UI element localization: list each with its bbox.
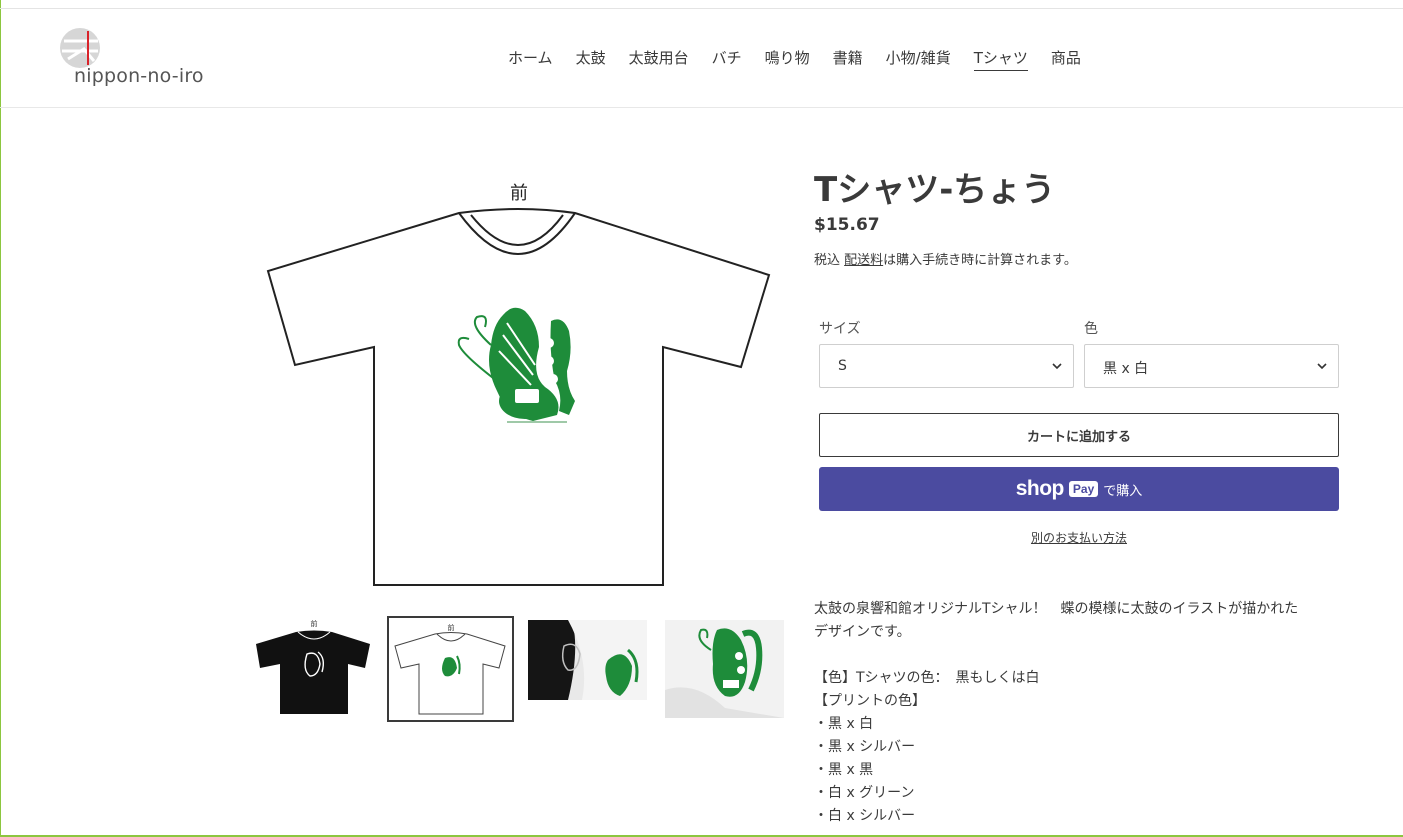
product-title: Tシャツ-ちょう: [814, 170, 1056, 210]
color-select-value: 黒 x 白: [1103, 361, 1149, 377]
more-payment-options-link[interactable]: 別のお支払い方法: [819, 529, 1339, 546]
nav-item-products[interactable]: 商品: [1051, 47, 1081, 71]
description-line: デザインです。: [814, 624, 911, 640]
description-line: 【プリントの色】: [814, 693, 926, 709]
chevron-down-icon: [1052, 363, 1062, 370]
nav-item-taiko[interactable]: 太鼓: [576, 47, 606, 71]
color-label: 色: [1084, 321, 1098, 337]
white-tshirt-image: 前: [266, 183, 771, 586]
description-line: ・黒 x 黒: [814, 762, 874, 778]
site-logo[interactable]: nippon-no-iro: [56, 27, 216, 91]
size-select-value: S: [838, 358, 847, 374]
nav-item-books[interactable]: 書籍: [833, 47, 863, 71]
logo-text: nippon-no-iro: [74, 65, 204, 87]
description-blank-line: [814, 644, 1344, 667]
main-nav: ホーム 太鼓 太鼓用台 バチ 鳴り物 書籍 小物/雑貨 Tシャツ 商品: [508, 47, 1104, 71]
site-header: nippon-no-iro ホーム 太鼓 太鼓用台 バチ 鳴り物 書籍 小物/雑…: [0, 9, 1403, 108]
size-label: サイズ: [819, 321, 861, 337]
product-description: 太鼓の泉響和館オリジナルTシャル！ 蝶の模様に太鼓のイラストが描かれた デザイン…: [814, 598, 1344, 828]
add-to-cart-button[interactable]: カートに追加する: [819, 413, 1339, 457]
product-price: $15.67: [814, 215, 880, 235]
nav-item-bachi[interactable]: バチ: [712, 47, 742, 71]
pay-badge: Pay: [1068, 481, 1099, 497]
black-tshirt-image: 前: [256, 619, 370, 714]
nav-item-goods[interactable]: 小物/雑貨: [886, 47, 951, 71]
svg-text:前: 前: [311, 619, 318, 628]
print-closeup-image: [665, 620, 784, 718]
description-line: 【色】Tシャツの色： 黒もしくは白: [814, 670, 1040, 686]
chevron-down-icon: [1317, 363, 1327, 370]
thumbnail-white-shirt[interactable]: 前: [387, 616, 514, 722]
thumbnail-print-closeup[interactable]: [665, 620, 784, 718]
tax-prefix: 税込: [814, 253, 845, 268]
description-line: ・黒 x 白: [814, 716, 874, 732]
frame-left-border: [0, 0, 1, 837]
shop-pay-buy-text: で購入: [1103, 483, 1143, 499]
nav-item-narimono[interactable]: 鳴り物: [765, 47, 810, 71]
size-select[interactable]: S: [819, 344, 1074, 388]
shipping-link[interactable]: 配送料: [844, 253, 883, 268]
nav-item-home[interactable]: ホーム: [508, 47, 553, 71]
thumbnail-black-shirt[interactable]: 前: [252, 616, 372, 720]
description-line: ・白 x シルバー: [814, 808, 916, 824]
svg-text:前: 前: [448, 623, 455, 632]
shirts-photo-image: [528, 620, 647, 700]
main-product-image[interactable]: 前: [263, 175, 775, 595]
description-line: ・白 x グリーン: [814, 785, 915, 801]
white-tshirt-thumb-image: 前: [394, 623, 506, 715]
description-line: 太鼓の泉響和館オリジナルTシャル！ 蝶の模様に太鼓のイラストが描かれた: [814, 601, 1299, 617]
tax-suffix: は購入手続き時に計算されます。: [883, 253, 1077, 268]
description-line: ・黒 x シルバー: [814, 739, 916, 755]
nav-item-tshirts[interactable]: Tシャツ: [973, 47, 1028, 71]
front-caption: 前: [510, 183, 528, 204]
nav-item-taiko-stand[interactable]: 太鼓用台: [629, 47, 689, 71]
color-select[interactable]: 黒 x 白: [1084, 344, 1339, 388]
shop-pay-button[interactable]: shop Pay で購入: [819, 467, 1339, 511]
thumbnail-shirts-photo[interactable]: [528, 620, 647, 700]
tax-shipping-note: 税込 配送料は購入手続き時に計算されます。: [814, 249, 1077, 268]
shop-pay-logo: shop: [1015, 477, 1065, 500]
